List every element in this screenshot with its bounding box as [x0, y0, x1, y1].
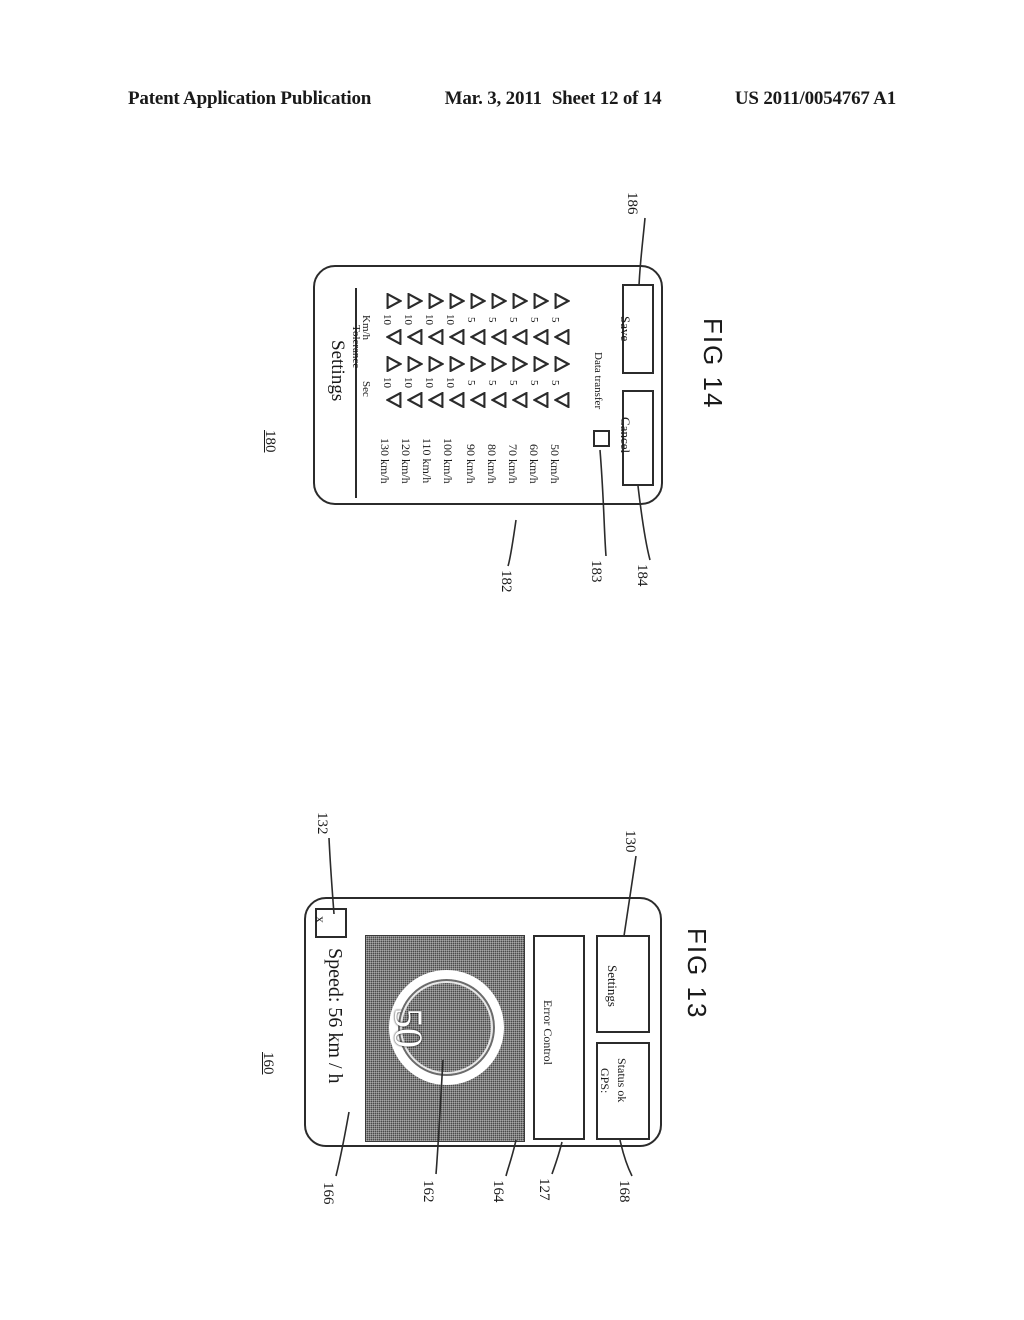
fig13-ref-close: 132 — [314, 812, 330, 835]
fig14-ref-rows: 182 — [498, 570, 514, 593]
fig14-ref-save: 186 — [624, 192, 640, 215]
figure-14: FIG 14 180 Settings 130 km/h 120 km/h 11… — [0, 0, 1024, 640]
fig14-ref-checkbox: 183 — [588, 560, 604, 583]
fig13-ref-settings: 130 — [622, 830, 638, 853]
fig13-ref-gauge-value: 162 — [420, 1180, 436, 1203]
fig13-ref-speed-label: 166 — [320, 1182, 336, 1205]
fig13-leaders — [328, 837, 637, 1177]
fig13-ref-gauge-panel: 164 — [490, 1180, 506, 1203]
fig13-ref-gps: 168 — [616, 1180, 632, 1203]
fig14-ref-cancel: 184 — [634, 564, 650, 587]
fig14-leader-save — [507, 217, 651, 567]
figure-13: FIG 13 160 x Speed: 56 km / h 50 Error C… — [0, 660, 1024, 1320]
fig13-ref-error-control: 127 — [536, 1178, 552, 1201]
